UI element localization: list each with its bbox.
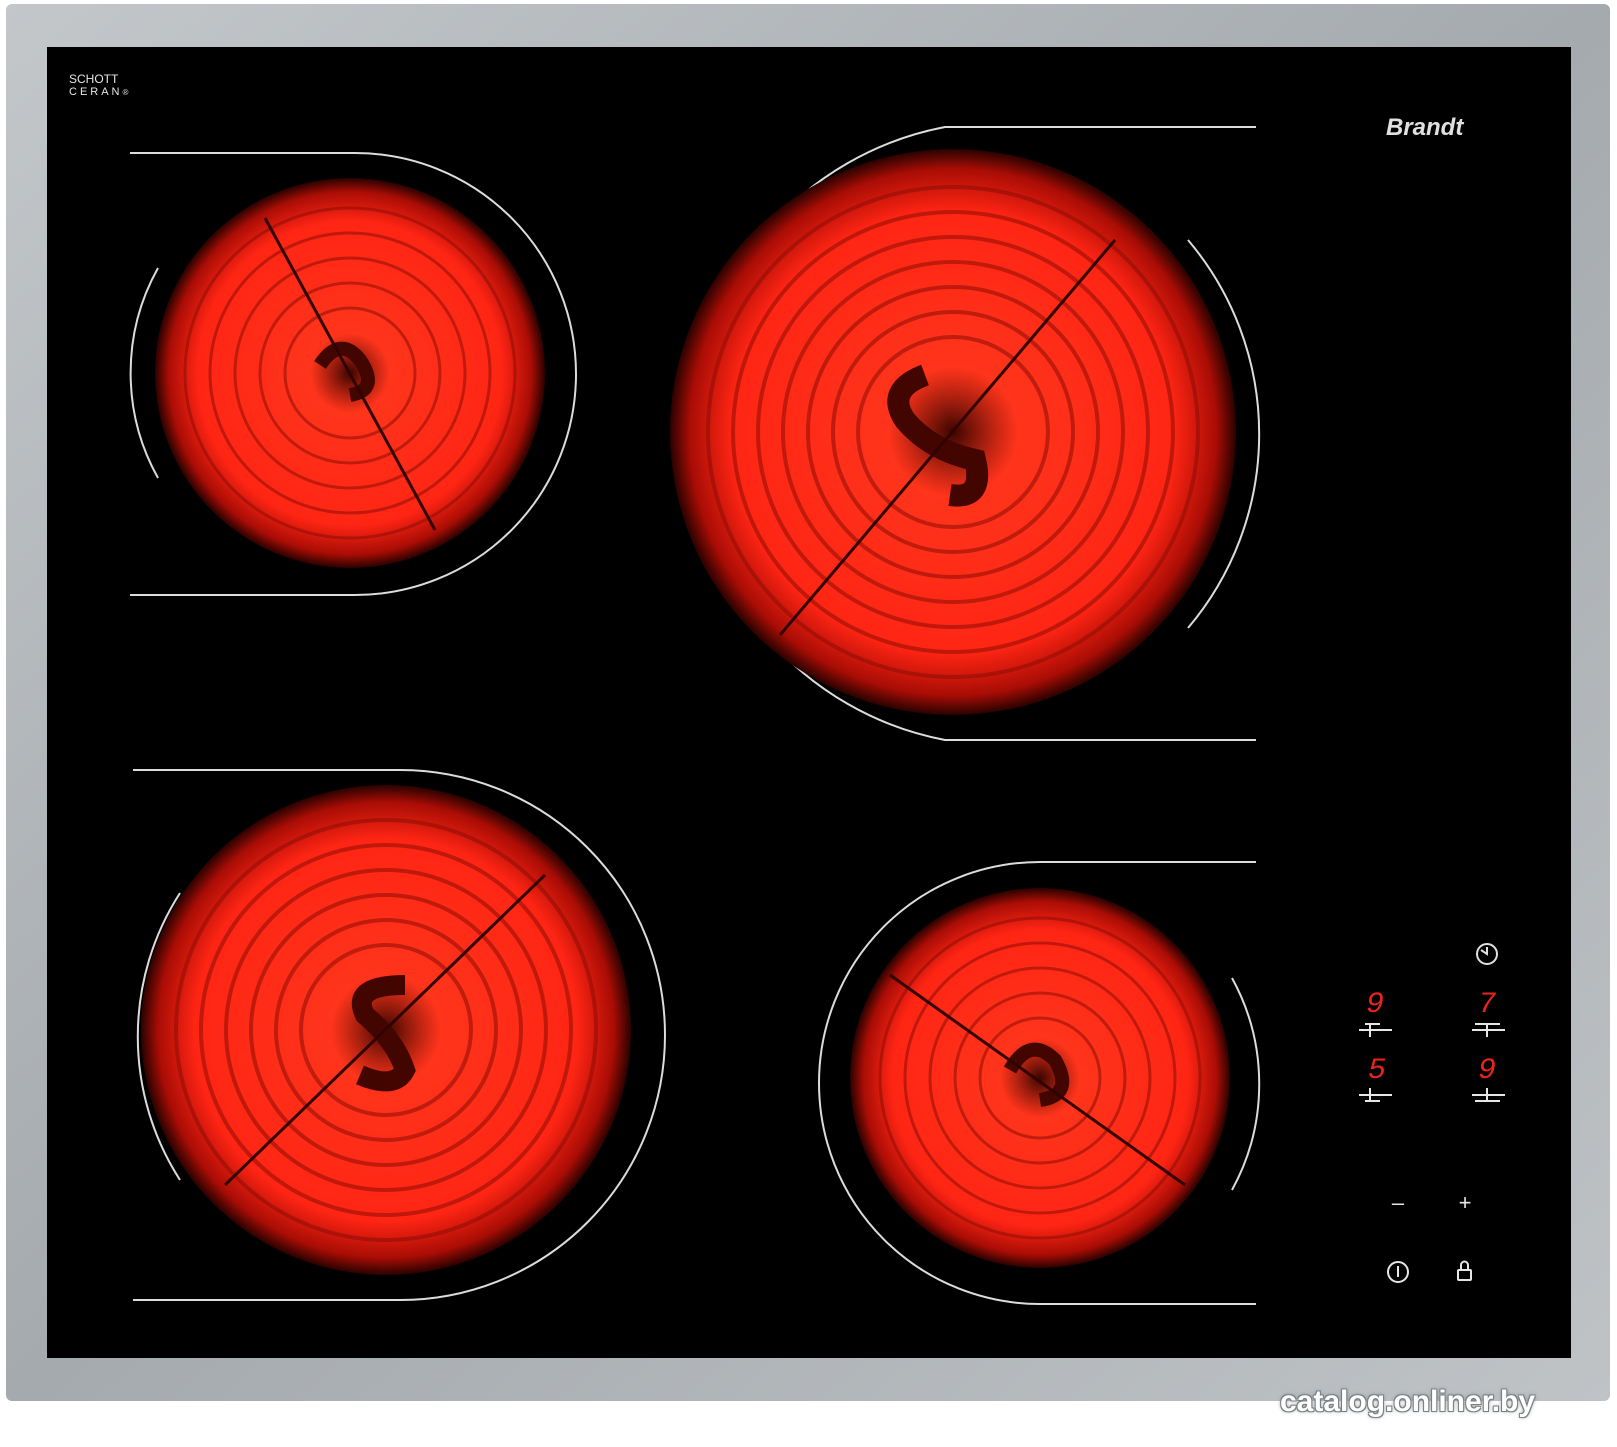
- schott-ceran-mark-2: CERAN®: [69, 86, 131, 98]
- display-front-left: 5: [1368, 1054, 1386, 1088]
- glass-mark-line2: CERAN: [69, 86, 123, 98]
- brand-logo: Brandt: [1386, 114, 1464, 141]
- display-rear-left: 9: [1366, 988, 1384, 1022]
- display-rear-right: 7: [1478, 988, 1496, 1022]
- glass-mark-line1: SCHOTT: [69, 72, 119, 86]
- heating-zone-rear-right: [670, 149, 1236, 715]
- heating-zone-rear-left: [155, 178, 545, 568]
- heating-zone-front-left: [141, 785, 631, 1275]
- watermark: catalog.onliner.by: [1280, 1385, 1536, 1418]
- heating-zone-front-right: [850, 888, 1230, 1268]
- display-front-right: 9: [1478, 1054, 1496, 1088]
- plus-button[interactable]: +: [1459, 1190, 1472, 1215]
- glass-mark-symbol: ®: [123, 88, 132, 97]
- cooktop: SCHOTT CERAN® Brandt 9 7 5 9 – +: [6, 4, 1610, 1401]
- schott-ceran-mark: SCHOTT: [69, 72, 119, 86]
- minus-button[interactable]: –: [1392, 1190, 1405, 1215]
